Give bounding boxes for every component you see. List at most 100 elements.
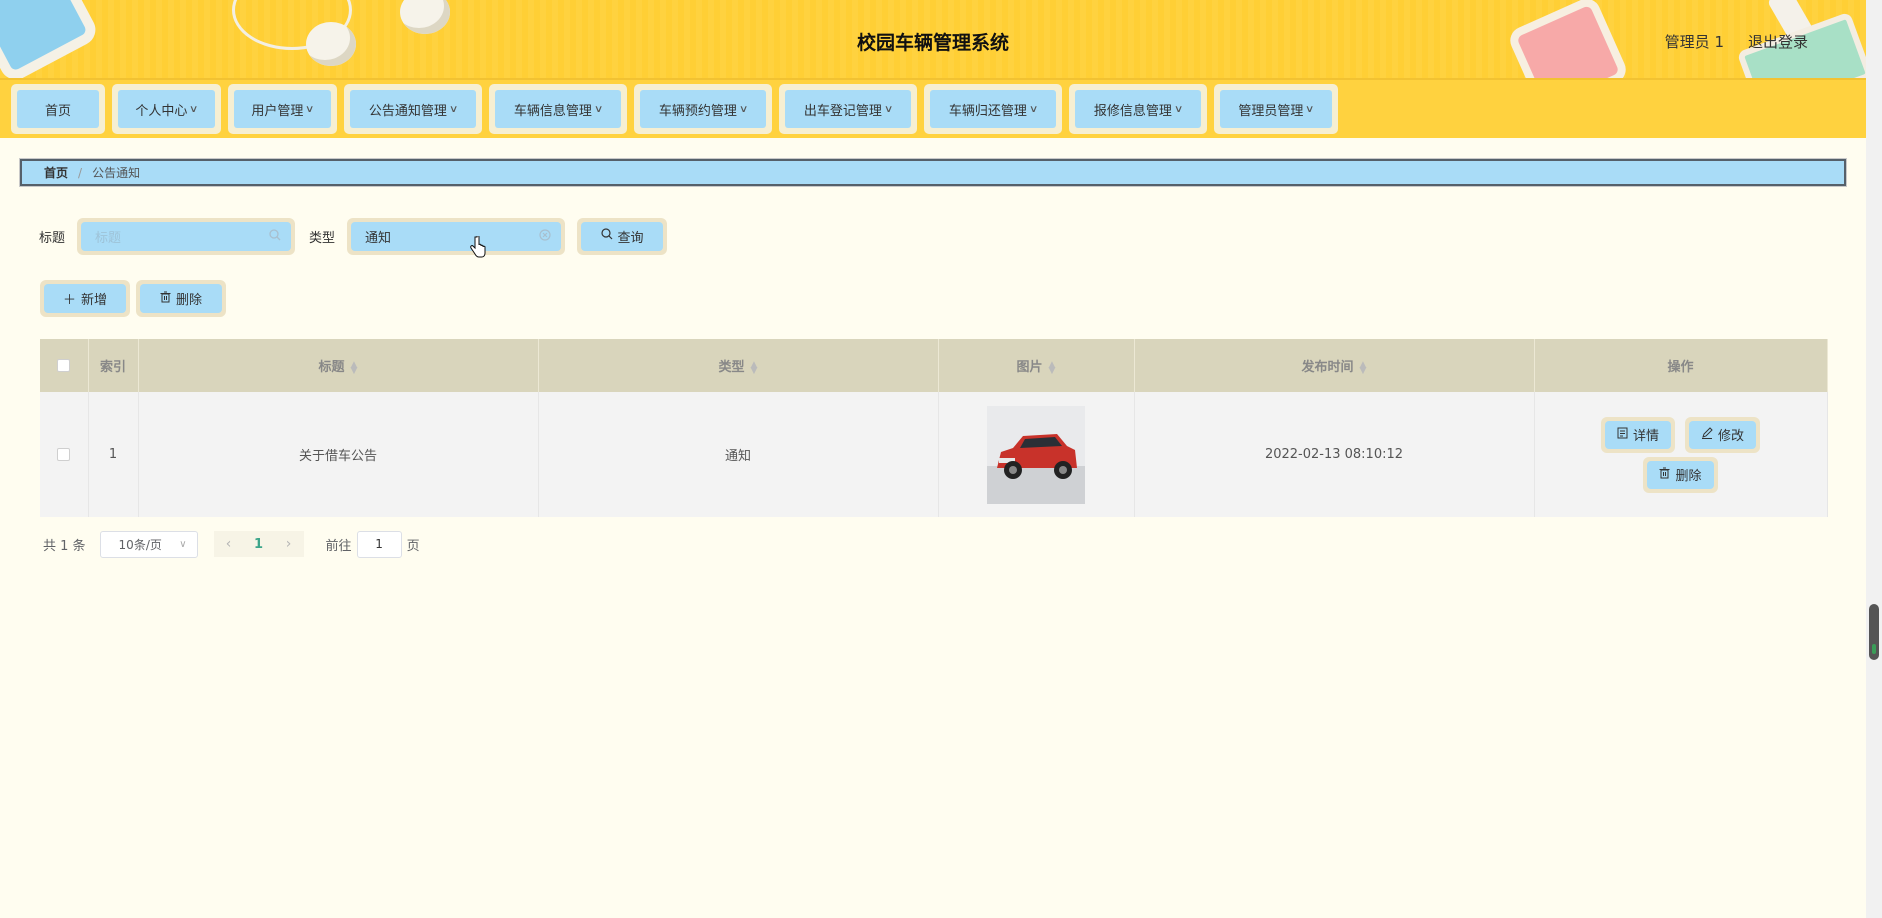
detail-button-label: 详情: [1632, 429, 1659, 444]
page-number-current[interactable]: 1: [244, 537, 274, 552]
page-size-value: 10条/页: [118, 537, 162, 552]
nav-item-label: 车辆归还管理: [948, 103, 1027, 119]
table-row: 1 关于借车公告 通知 2022-02-13 08:10:12 详情 修改 删除: [40, 392, 1828, 517]
nav-item-label: 公告通知管理: [368, 103, 447, 119]
page-size-select[interactable]: 10条/页 ∨: [99, 530, 198, 558]
logout-link[interactable]: 退出登录: [1748, 31, 1808, 52]
title-search-input[interactable]: 标题: [81, 221, 292, 251]
search-icon: [600, 228, 613, 244]
plus-icon: ＋: [62, 293, 76, 308]
nav-item-label: 车辆信息管理: [513, 103, 592, 119]
select-all-checkbox[interactable]: [57, 359, 71, 372]
trash-icon: [160, 291, 171, 307]
edit-button-label: 修改: [1718, 429, 1745, 444]
car-thumbnail[interactable]: [987, 405, 1085, 504]
search-bar: 标题 标题 类型 通知 查询: [39, 217, 668, 255]
type-select[interactable]: 通知: [351, 221, 562, 251]
chevron-down-icon: ∨: [305, 103, 315, 115]
title-filter-wrap: 标题: [77, 217, 296, 255]
nav-item-notice-management[interactable]: 公告通知管理 ∨: [344, 84, 482, 134]
bulk-delete-button[interactable]: 删除: [136, 280, 226, 317]
chevron-down-icon: ∨: [189, 103, 199, 115]
nav-item-label: 报修信息管理: [1093, 103, 1172, 119]
breadcrumb-home[interactable]: 首页: [44, 164, 68, 181]
nav-item-label: 出车登记管理: [803, 103, 882, 119]
row-title: 关于借车公告: [138, 392, 539, 517]
top-nav: 首页 个人中心 ∨ 用户管理 ∨ 公告通知管理 ∨ 车辆信息管理 ∨ 车辆预约管理 ∨ 出…: [0, 80, 1866, 138]
title-filter-label: 标题: [39, 230, 66, 246]
document-icon: [1617, 427, 1628, 443]
column-header-label: 类型: [718, 360, 745, 375]
row-image-cell: [938, 392, 1135, 517]
chevron-down-icon: ∨: [179, 538, 187, 550]
nav-item-home[interactable]: 首页: [11, 84, 105, 134]
next-page-icon[interactable]: ›: [274, 536, 304, 552]
nav-item-repair-info[interactable]: 报修信息管理 ∨: [1069, 84, 1207, 134]
column-header-index: 索引: [88, 339, 139, 392]
row-operations: 详情 修改 删除: [1534, 392, 1828, 517]
notice-table: 索引 标题 ▲ ▼ 类型 ▲ ▼ 图片 ▲ ▼ 发布时间 ▲ ▼ 操作 1 关于借车公告 通知: [40, 339, 1828, 517]
clear-icon[interactable]: [539, 228, 551, 244]
detail-button[interactable]: 详情: [1600, 416, 1675, 453]
user-area: 管理员 1 退出登录: [1665, 31, 1808, 52]
type-filter-wrap: 通知: [347, 217, 566, 255]
nav-item-user-management[interactable]: 用户管理 ∨: [228, 84, 337, 134]
page-suffix: 页: [406, 538, 420, 554]
nav-item-vehicle-info[interactable]: 车辆信息管理 ∨: [489, 84, 627, 134]
row-checkbox[interactable]: [57, 448, 71, 461]
add-button[interactable]: ＋ 新增: [40, 280, 130, 317]
chevron-down-icon: ∨: [1173, 103, 1184, 115]
add-button-label: 新增: [81, 293, 108, 308]
prev-page-icon[interactable]: ‹: [214, 536, 244, 552]
row-publish-time: 2022-02-13 08:10:12: [1134, 392, 1535, 517]
column-header-operations: 操作: [1534, 339, 1828, 392]
nav-item-label: 用户管理: [251, 103, 304, 119]
nav-item-label: 管理员管理: [1238, 103, 1304, 119]
nav-item-vehicle-return[interactable]: 车辆归还管理 ∨: [924, 84, 1062, 134]
chevron-down-icon: ∨: [1305, 103, 1315, 115]
sort-icon[interactable]: ▲ ▼: [351, 360, 358, 375]
nav-item-label: 个人中心: [135, 103, 188, 119]
query-button[interactable]: 查询: [577, 217, 668, 255]
sort-icon[interactable]: ▲ ▼: [1049, 360, 1056, 375]
trash-icon: [1659, 467, 1670, 483]
chevron-down-icon: ∨: [883, 103, 894, 115]
breadcrumb: 首页 / 公告通知: [19, 158, 1847, 187]
goto-page-value: 1: [375, 537, 383, 551]
table-actions: ＋ 新增 删除: [40, 280, 226, 317]
column-header-title[interactable]: 标题 ▲ ▼: [138, 339, 539, 392]
nav-item-admin-management[interactable]: 管理员管理 ∨: [1214, 84, 1338, 134]
row-delete-button[interactable]: 删除: [1643, 456, 1718, 493]
row-delete-button-label: 删除: [1675, 469, 1702, 484]
chevron-down-icon: ∨: [738, 103, 749, 115]
select-all-cell: [40, 339, 89, 392]
goto-page-input[interactable]: 1: [356, 530, 402, 558]
query-button-label: 查询: [617, 230, 644, 246]
nav-item-label: 首页: [44, 103, 71, 119]
delete-button-label: 删除: [175, 293, 202, 308]
sort-icon[interactable]: ▲ ▼: [751, 360, 758, 375]
row-index: 1: [88, 392, 139, 517]
nav-item-dispatch-registration[interactable]: 出车登记管理 ∨: [779, 84, 917, 134]
header-banner: 校园车辆管理系统 管理员 1 退出登录: [0, 0, 1866, 80]
column-header-image[interactable]: 图片 ▲ ▼: [938, 339, 1135, 392]
nav-item-label: 车辆预约管理: [658, 103, 737, 119]
row-type: 通知: [538, 392, 939, 517]
edit-icon: [1701, 426, 1713, 443]
goto-label: 前往: [325, 538, 352, 554]
vertical-scrollbar[interactable]: [1866, 0, 1882, 918]
column-header-publish-time[interactable]: 发布时间 ▲ ▼: [1134, 339, 1535, 392]
sort-icon[interactable]: ▲ ▼: [1360, 360, 1367, 375]
column-header-label: 图片: [1016, 360, 1043, 375]
column-header-type[interactable]: 类型 ▲ ▼: [538, 339, 939, 392]
row-select-cell: [40, 392, 89, 517]
nav-item-vehicle-reservation[interactable]: 车辆预约管理 ∨: [634, 84, 772, 134]
edit-button[interactable]: 修改: [1685, 416, 1761, 453]
scrollbar-thumb[interactable]: [1869, 604, 1879, 660]
title-search-placeholder: 标题: [95, 230, 122, 246]
chevron-down-icon: ∨: [593, 103, 604, 115]
column-header-label: 发布时间: [1301, 360, 1354, 375]
page-nav: ‹ 1 ›: [213, 531, 304, 557]
table-header-row: 索引 标题 ▲ ▼ 类型 ▲ ▼ 图片 ▲ ▼ 发布时间 ▲ ▼ 操作: [40, 339, 1828, 392]
nav-item-personal-center[interactable]: 个人中心 ∨: [112, 84, 221, 134]
